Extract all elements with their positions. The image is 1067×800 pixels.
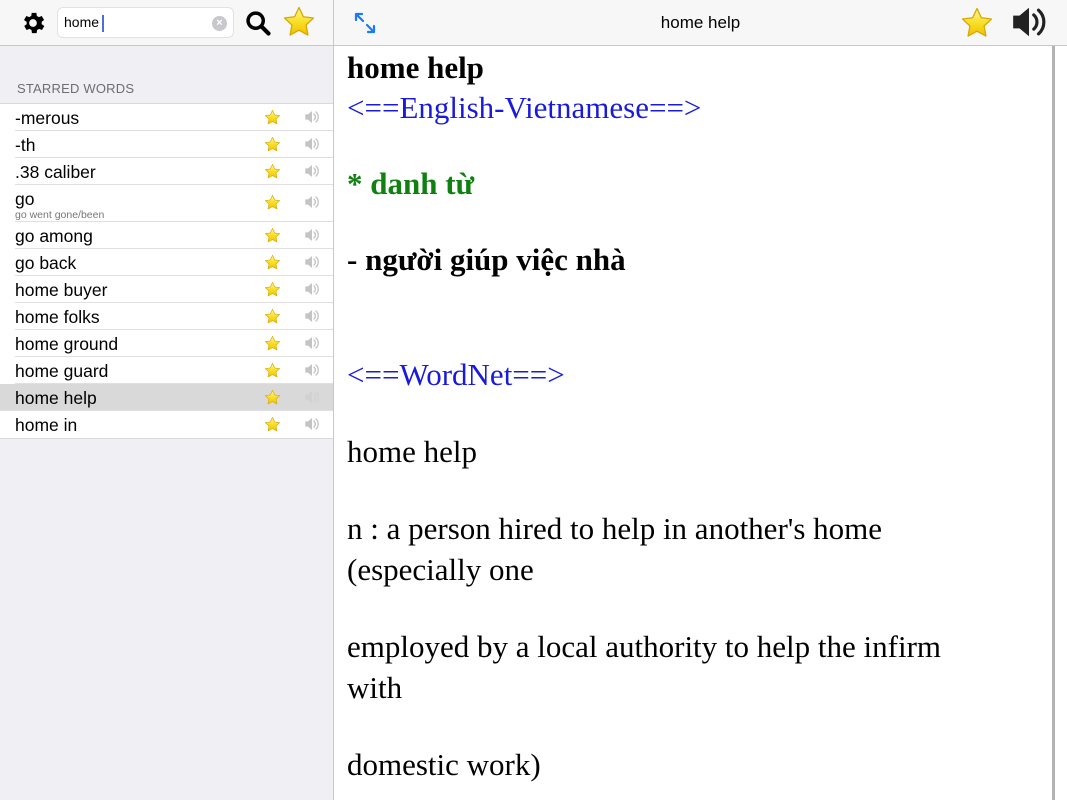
speaker-icon[interactable] bbox=[304, 137, 320, 151]
word-label: .38 caliber bbox=[15, 162, 96, 182]
vietnamese-meaning: - người giúp việc nhà bbox=[347, 242, 626, 277]
speaker-icon[interactable] bbox=[304, 390, 320, 404]
starred-list-star-icon[interactable] bbox=[282, 5, 316, 39]
speaker-icon[interactable] bbox=[304, 164, 320, 178]
speaker-icon[interactable] bbox=[304, 363, 320, 377]
star-icon[interactable] bbox=[264, 281, 281, 298]
speaker-icon[interactable] bbox=[304, 309, 320, 323]
favorite-star-icon[interactable] bbox=[960, 6, 994, 40]
search-input[interactable] bbox=[64, 8, 204, 37]
main-pane: home help home help <==English-Vietnames… bbox=[334, 0, 1067, 800]
wordnet-definition-line: n : a person hired to help in another's … bbox=[347, 511, 883, 546]
word-list-item[interactable]: home buyer bbox=[15, 276, 333, 303]
star-icon[interactable] bbox=[264, 109, 281, 126]
star-icon[interactable] bbox=[264, 335, 281, 352]
word-label: go among bbox=[15, 226, 93, 246]
word-list-item[interactable]: -th bbox=[15, 131, 333, 158]
sidebar: × STARRED WORDS -merous-th.38 calibergog… bbox=[0, 0, 334, 800]
word-list-item[interactable]: home in bbox=[15, 411, 333, 438]
wordnet-definition-line: (especially one bbox=[347, 552, 534, 587]
word-label: go back bbox=[15, 253, 77, 273]
wordnet-headword: home help bbox=[347, 434, 477, 469]
word-label: home ground bbox=[15, 334, 119, 354]
star-icon[interactable] bbox=[264, 416, 281, 433]
entry-headword: home help bbox=[347, 50, 484, 85]
word-list-item[interactable]: go among bbox=[15, 222, 333, 249]
star-icon[interactable] bbox=[264, 136, 281, 153]
part-of-speech: * danh từ bbox=[347, 166, 475, 201]
section-header-starred-words: STARRED WORDS bbox=[17, 81, 135, 96]
star-icon[interactable] bbox=[264, 389, 281, 406]
speaker-icon[interactable] bbox=[304, 336, 320, 350]
word-label: home guard bbox=[15, 361, 109, 381]
word-list-item[interactable]: -merous bbox=[15, 104, 333, 131]
section-english-vietnamese: <==English-Vietnamese==> bbox=[347, 90, 702, 125]
search-icon[interactable] bbox=[244, 9, 272, 37]
word-list-item[interactable]: home ground bbox=[15, 330, 333, 357]
word-list-item[interactable]: go back bbox=[15, 249, 333, 276]
text-caret bbox=[102, 15, 104, 32]
word-label: -merous bbox=[15, 108, 80, 128]
word-label: home help bbox=[15, 388, 97, 408]
word-list-item[interactable]: home guard bbox=[15, 357, 333, 384]
word-label: go bbox=[15, 189, 35, 209]
wordnet-definition-line: with bbox=[347, 670, 403, 705]
definition-content: home help <==English-Vietnamese==> * dan… bbox=[347, 48, 1047, 785]
page-title: home help bbox=[660, 13, 741, 32]
star-icon[interactable] bbox=[264, 308, 281, 325]
gear-icon[interactable] bbox=[19, 9, 47, 37]
wordnet-definition-line: domestic work) bbox=[347, 747, 541, 782]
word-list-item[interactable]: home folks bbox=[15, 303, 333, 330]
word-list-item[interactable]: home help bbox=[0, 384, 333, 411]
star-icon[interactable] bbox=[264, 227, 281, 244]
star-icon[interactable] bbox=[264, 254, 281, 271]
main-toolbar: home help bbox=[334, 0, 1067, 46]
wordnet-definition-line: employed by a local authority to help th… bbox=[347, 629, 942, 664]
sidebar-toolbar: × bbox=[0, 0, 333, 46]
content-scrollbar[interactable] bbox=[1052, 46, 1055, 800]
word-list-item[interactable]: go go went gone/been bbox=[15, 185, 333, 222]
word-forms: go went gone/been bbox=[15, 209, 105, 221]
word-list-item[interactable]: .38 caliber bbox=[15, 158, 333, 185]
speaker-icon[interactable] bbox=[304, 255, 320, 269]
star-icon[interactable] bbox=[264, 163, 281, 180]
speaker-icon[interactable] bbox=[1010, 6, 1048, 38]
speaker-icon[interactable] bbox=[304, 110, 320, 124]
starred-words-list: -merous -th .38 caliber go go went gone/been… bbox=[0, 103, 333, 439]
speaker-icon[interactable] bbox=[304, 195, 320, 209]
speaker-icon[interactable] bbox=[304, 228, 320, 242]
clear-search-button[interactable]: × bbox=[212, 16, 227, 31]
word-label: -th bbox=[15, 135, 36, 155]
speaker-icon[interactable] bbox=[304, 417, 320, 431]
word-label: home folks bbox=[15, 307, 100, 327]
star-icon[interactable] bbox=[264, 194, 281, 211]
search-field[interactable]: × bbox=[57, 7, 234, 38]
word-label: home in bbox=[15, 415, 78, 435]
word-label: home buyer bbox=[15, 280, 108, 300]
star-icon[interactable] bbox=[264, 362, 281, 379]
speaker-icon[interactable] bbox=[304, 282, 320, 296]
section-wordnet: <==WordNet==> bbox=[347, 357, 565, 392]
